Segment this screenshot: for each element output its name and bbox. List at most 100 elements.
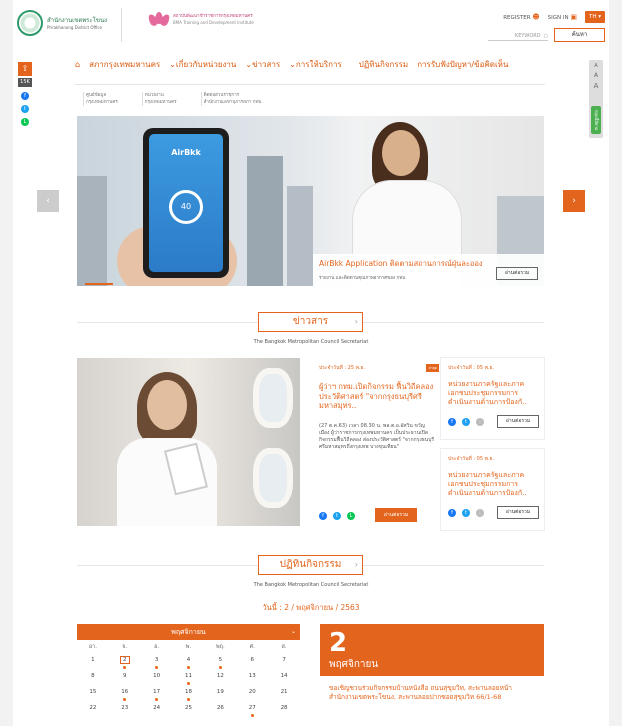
calendar-day[interactable]: 27 xyxy=(236,702,268,718)
event-text[interactable]: ขอเชิญชวนร่วมกิจกรรมบ้านหนังสือ ถนนสุขุม… xyxy=(320,676,544,702)
calendar-header[interactable]: พฤศจิกายน ⌄ xyxy=(77,624,300,640)
calendar-month: พฤศจิกายน xyxy=(171,628,206,636)
twitter-icon[interactable]: t xyxy=(462,418,470,426)
nav-item-about-label: เกี่ยวกับหน่วยงาน xyxy=(175,60,237,69)
search-icon: ○ xyxy=(543,33,548,39)
nav-item-calendar[interactable]: ปฏิทินกิจกรรม xyxy=(359,58,408,71)
calendar-day[interactable]: 1 xyxy=(77,654,109,670)
district-logo[interactable]: สำนักงานเขตพระโขนง Phrakhanong District … xyxy=(17,10,107,36)
facebook-icon[interactable]: f xyxy=(448,418,456,426)
new-badge: ล่าสุด xyxy=(426,364,439,372)
calendar-day[interactable]: 7 xyxy=(268,654,300,670)
slider-next-button[interactable]: › xyxy=(563,190,585,212)
search-input[interactable]: KEYWORD ○ xyxy=(515,33,548,39)
calendar-day[interactable]: 10 xyxy=(141,670,173,686)
day-header: จ. xyxy=(122,644,128,650)
calendar-day[interactable]: 26 xyxy=(204,702,236,718)
subnav-contact[interactable]: ติดต่อส่วนราชการ สำนักงานเลขานุการสภา กทม… xyxy=(200,92,263,106)
line-icon[interactable]: L xyxy=(21,118,29,126)
sub-nav: ศูนย์ข้อมูล กรุงเทพมหานคร หน่วยงาน กรุงเทพ… xyxy=(83,92,263,106)
signin-link[interactable]: SIGN IN ▣ xyxy=(548,13,577,21)
calendar-day-selected[interactable]: 2 xyxy=(109,654,141,670)
twitter-icon[interactable]: t xyxy=(462,509,470,517)
calendar-day[interactable]: 5 xyxy=(204,654,236,670)
share-icon[interactable]: ⇧ xyxy=(18,62,32,76)
facebook-icon[interactable]: f xyxy=(448,509,456,517)
calendar-day[interactable]: 19 xyxy=(204,686,236,702)
subnav-agencies[interactable]: หน่วยงาน กรุงเทพมหานคร xyxy=(141,92,177,106)
calendar-day[interactable]: 14 xyxy=(268,670,300,686)
calendar-day[interactable]: 9 xyxy=(109,670,141,686)
twitter-icon[interactable]: t xyxy=(21,105,29,113)
facebook-icon[interactable]: f xyxy=(21,92,29,100)
facebook-icon[interactable]: f xyxy=(319,512,327,520)
institute-logo[interactable]: สถาบันพัฒนาข้าราชการกรุงเทพมหานคร BMA Tr… xyxy=(146,12,254,28)
calendar-day[interactable]: 8 xyxy=(77,670,109,686)
calendar-day[interactable]: 17 xyxy=(141,686,173,702)
featured-read-more-button[interactable]: อ่านต่อรวม xyxy=(375,508,417,522)
aqi-ring: 40 xyxy=(169,190,203,224)
main-nav: ⌂ สภากรุงเทพมหานคร ⌄เกี่ยวกับหน่วยงาน ⌄ข… xyxy=(75,58,508,71)
twitter-icon[interactable]: t xyxy=(333,512,341,520)
hero-caption: AirBkk Application ติดตามสถานการณ์ฝุ่นละ… xyxy=(313,254,544,286)
hero-slider[interactable]: AirBkk 40 AirBkk Application ติดตามสถานก… xyxy=(77,116,544,286)
font-size-large[interactable]: A xyxy=(589,82,603,90)
calendar-day[interactable]: 4 xyxy=(173,654,205,670)
tools-label[interactable]: กลุ่มนี้มีตาม xyxy=(591,106,601,134)
activities-section-header[interactable]: ปฏิทินกิจกรรม › xyxy=(258,555,363,575)
chevron-down-icon: ⌄ xyxy=(290,628,296,635)
card-date: ประจำวันที่ : 05 พ.ย. xyxy=(448,456,495,462)
hero-read-more-button[interactable]: อ่านต่อรวม xyxy=(496,267,538,280)
calendar-day[interactable]: 25 xyxy=(173,702,205,718)
font-size-medium[interactable]: A xyxy=(589,72,603,79)
calendar-day[interactable]: 12 xyxy=(204,670,236,686)
news-header-label: ข่าวสาร xyxy=(292,316,329,327)
card-title[interactable]: หน่วยงานภาครัฐและภาคเอกชนประชุมกรรมการดำ… xyxy=(448,471,537,498)
logo1-title: สำนักงานเขตพระโขนง xyxy=(47,16,107,24)
news-section-header[interactable]: ข่าวสาร › xyxy=(258,312,363,332)
calendar-day[interactable]: 13 xyxy=(236,670,268,686)
card-share: f t ⋮ xyxy=(448,509,484,517)
home-icon[interactable]: ⌂ xyxy=(75,60,80,69)
nav-item-council[interactable]: สภากรุงเทพมหานคร xyxy=(89,58,160,71)
calendar-day[interactable]: 15 xyxy=(77,686,109,702)
card-title[interactable]: หน่วยงานภาครัฐและภาคเอกชนประชุมกรรมการดำ… xyxy=(448,380,537,407)
featured-body: (27 ต.ค.63) เวลา 08.30 น. พล.ต.อ.อัศวิน … xyxy=(319,422,435,450)
line-icon[interactable]: L xyxy=(347,512,355,520)
calendar-day[interactable]: 20 xyxy=(236,686,268,702)
nav-item-services[interactable]: ⌄การให้บริการ xyxy=(289,58,342,71)
featured-title[interactable]: ผู้ว่าฯ กทม.เปิดกิจกรรม ฟื้นวิถีคลอง ประ… xyxy=(319,382,435,411)
nav-divider xyxy=(75,84,545,85)
nav-item-news-label: ข่าวสาร xyxy=(252,60,281,69)
calendar-day[interactable]: 21 xyxy=(268,686,300,702)
subnav-data-center[interactable]: ศูนย์ข้อมูล กรุงเทพมหานคร xyxy=(83,92,118,106)
selected-day-month: พฤศจิกายน xyxy=(329,659,379,670)
search-button[interactable]: ค้นหา xyxy=(554,28,605,42)
calendar-day[interactable]: 23 xyxy=(109,702,141,718)
calendar-day[interactable]: 3 xyxy=(141,654,173,670)
card-read-more-button[interactable]: อ่านต่อรวม xyxy=(497,506,539,519)
news-image[interactable] xyxy=(77,358,300,526)
nav-item-feedback[interactable]: การรับฟังปัญหา/ข้อคิดเห็น xyxy=(417,58,508,71)
nav-item-about[interactable]: ⌄เกี่ยวกับหน่วยงาน xyxy=(169,58,236,71)
calendar-day[interactable]: 28 xyxy=(268,702,300,718)
news-card: ประจำวันที่ : 05 พ.ย. หน่วยงานภาครัฐและภ… xyxy=(441,449,544,530)
calendar-day[interactable]: 24 xyxy=(141,702,173,718)
slider-progress xyxy=(85,283,113,285)
more-icon[interactable]: ⋮ xyxy=(476,418,484,426)
calendar-day[interactable]: 18 xyxy=(173,686,205,702)
more-icon[interactable]: ⋮ xyxy=(476,509,484,517)
slider-prev-button[interactable]: ‹ xyxy=(37,190,59,212)
calendar-day[interactable]: 16 xyxy=(109,686,141,702)
calendar-day[interactable]: 22 xyxy=(77,702,109,718)
subnav-agencies-l2: กรุงเทพมหานคร xyxy=(144,100,177,105)
nav-item-news[interactable]: ⌄ข่าวสาร xyxy=(245,58,280,71)
card-read-more-button[interactable]: อ่านต่อรวม xyxy=(497,415,539,428)
language-toggle[interactable]: TH ▾ xyxy=(584,11,605,23)
register-link[interactable]: REGISTER ☻ xyxy=(503,13,539,21)
accessibility-tools: A A A กลุ่มนี้มีตาม xyxy=(589,60,603,138)
selected-day-number: 2 xyxy=(329,628,348,658)
calendar-day[interactable]: 6 xyxy=(236,654,268,670)
font-size-small[interactable]: A xyxy=(589,63,603,69)
calendar-day[interactable]: 11 xyxy=(173,670,205,686)
